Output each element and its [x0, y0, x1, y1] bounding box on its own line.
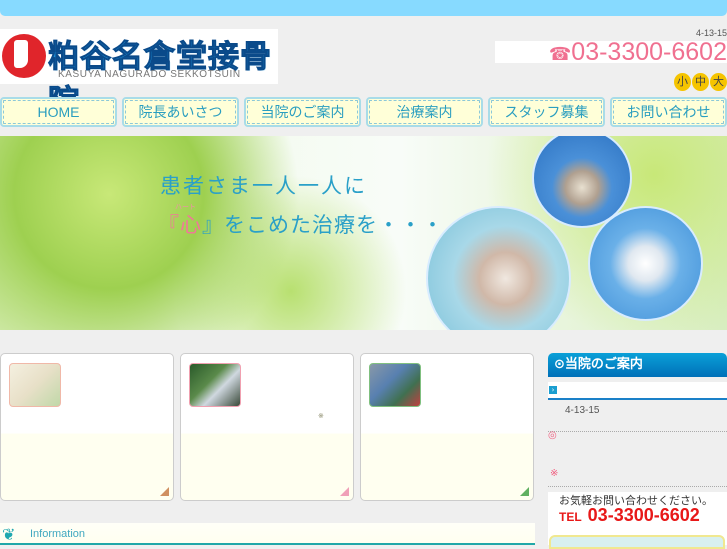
- photo-woman-stretching: [426, 206, 571, 330]
- circle-bullet-icon: ⊙: [554, 357, 565, 372]
- feature-card-2[interactable]: ※: [180, 353, 354, 501]
- contact-tel: TEL 03-3300-6602: [559, 505, 700, 526]
- nav-contact[interactable]: お問い合わせ: [610, 97, 727, 127]
- font-size-switcher: 小 中 大: [674, 73, 727, 91]
- nav-home[interactable]: HOME: [0, 97, 117, 127]
- leaf-icon: ❦: [2, 525, 16, 544]
- header-phone: ☎03-3300-6602: [495, 41, 727, 63]
- arrow-square-icon: ›: [549, 386, 557, 394]
- nav-clinic-info[interactable]: 当院のご案内: [244, 97, 361, 127]
- sidebar-title: 当院のご案内: [564, 357, 643, 372]
- card-thumbnail: [9, 363, 61, 407]
- font-size-small-button[interactable]: 小: [674, 73, 691, 91]
- feature-card-1[interactable]: [0, 353, 174, 501]
- sidebar-clinic-info: ⊙当院のご案内 › 4-13-15 ◎ ※ お気軽お問い合わせください。 TEL…: [548, 353, 727, 549]
- card-thumbnail: [189, 363, 241, 407]
- main-nav: HOME 院長あいさつ 当院のご案内 治療案内 スタッフ募集 お問い合わせ: [0, 97, 727, 127]
- sidebar-header: ⊙当院のご案内: [548, 353, 727, 377]
- telephone-icon: ☎: [548, 44, 572, 63]
- phone-number: 03-3300-6602: [571, 41, 727, 63]
- sidebar-row: ›: [548, 382, 727, 400]
- double-circle-icon: ◎: [548, 430, 557, 441]
- font-size-large-button[interactable]: 大: [710, 73, 727, 91]
- note-mark-icon: ※: [550, 468, 559, 479]
- card-mark: ※: [318, 412, 324, 420]
- top-bar: [0, 0, 727, 16]
- divider: [548, 486, 727, 487]
- sidebar-address: 4-13-15: [565, 405, 600, 416]
- logo-mark-icon: [2, 34, 46, 78]
- feature-card-3[interactable]: [360, 353, 534, 501]
- information-header: ❦ Information: [0, 523, 535, 545]
- photo-woman-jumping: [588, 206, 703, 321]
- contact-box[interactable]: お気軽お問い合わせください。 TEL 03-3300-6602: [548, 492, 727, 549]
- banner-heart: 心: [180, 213, 202, 237]
- site-name-en: KASUYA NAGURADO SEKKOTSUIN: [58, 69, 241, 80]
- corner-arrow-icon: [520, 487, 529, 496]
- corner-arrow-icon: [160, 487, 169, 496]
- nav-greeting[interactable]: 院長あいさつ: [122, 97, 239, 127]
- site-logo[interactable]: 粕谷名倉堂接骨院 KASUYA NAGURADO SEKKOTSUIN: [0, 29, 278, 121]
- information-title: Information: [30, 528, 86, 540]
- nav-treatment[interactable]: 治療案内: [366, 97, 483, 127]
- tel-label: TEL: [559, 510, 582, 524]
- font-size-medium-button[interactable]: 中: [692, 73, 709, 91]
- map-banner[interactable]: [549, 535, 725, 549]
- divider: [548, 431, 727, 432]
- bracket-open: 『: [158, 213, 180, 237]
- corner-arrow-icon: [340, 487, 349, 496]
- tel-number: 03-3300-6602: [587, 505, 700, 525]
- banner-line2-rest: 』をこめた治療を・・・: [202, 213, 444, 237]
- banner-line1: 患者さま一人一人に: [160, 174, 367, 198]
- banner-line2: 『心』をこめた治療を・・・: [158, 209, 444, 239]
- nav-recruit[interactable]: スタッフ募集: [488, 97, 605, 127]
- card-thumbnail: [369, 363, 421, 407]
- hero-banner: 患者さま一人一人に ハート 『心』をこめた治療を・・・: [0, 136, 727, 330]
- header-address: 4-13-15: [695, 28, 727, 38]
